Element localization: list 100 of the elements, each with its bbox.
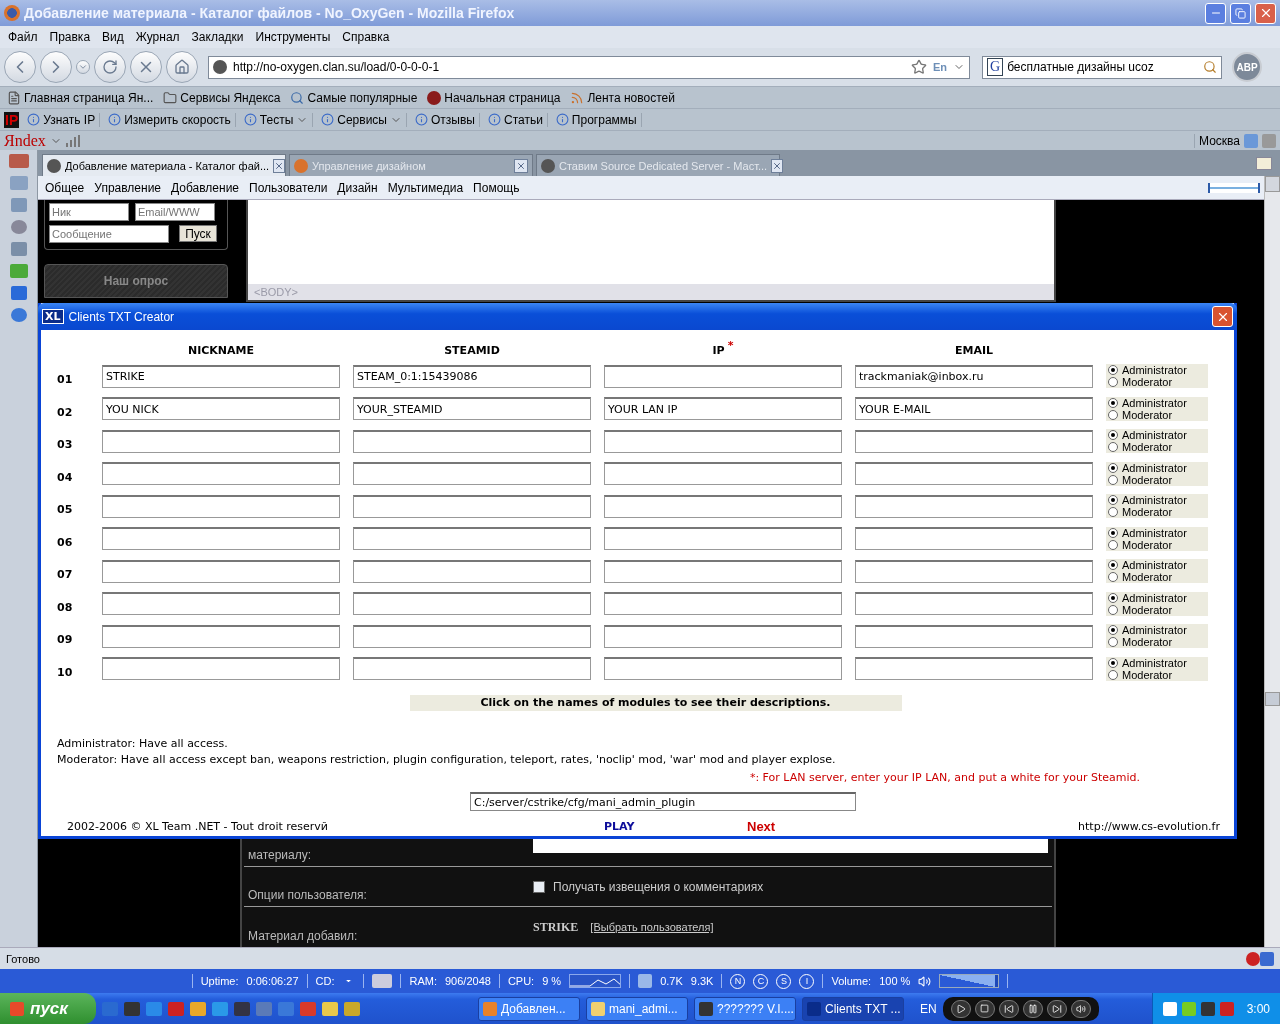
role-radio[interactable] [1108,539,1118,550]
toggle-button[interactable]: C [753,973,769,989]
pause-button[interactable] [1022,999,1043,1018]
play-link[interactable]: PLAY [604,820,747,834]
toolbar-item[interactable]: Узнать IP [23,112,101,127]
toggle-button[interactable]: N [730,973,746,989]
taskbar-button[interactable]: ??????? V.I.... [694,996,796,1021]
role-radio[interactable] [1108,365,1118,376]
next-button[interactable] [1046,999,1067,1018]
text-field[interactable] [604,494,842,518]
toggle-button[interactable]: I [799,973,815,989]
restore-button[interactable] [1230,2,1251,24]
text-field[interactable] [353,624,591,648]
text-field[interactable] [604,462,842,486]
bookmark-item[interactable]: Сервисы Яндекса [160,90,284,105]
next-link[interactable]: Next [747,820,1079,834]
text-field[interactable] [353,559,591,583]
email-field[interactable]: Email/WWW [135,203,215,221]
minimize-button[interactable] [1205,2,1226,24]
volume-slider[interactable] [940,975,996,987]
role-radio[interactable] [1108,637,1118,648]
back-button[interactable] [4,51,36,83]
close-button[interactable] [1212,306,1233,327]
quick-launch-icon[interactable] [234,1001,250,1016]
toolbar-item[interactable]: Тесты [239,112,314,127]
toolbar-item[interactable]: Сервисы [317,112,407,127]
adblock-button[interactable]: ABP [1232,52,1262,82]
menu-item[interactable]: Инструменты [249,30,337,44]
role-radio[interactable] [1108,507,1118,518]
role-radio[interactable] [1108,527,1118,538]
tab-list-icon[interactable] [1256,156,1272,170]
browser-tab[interactable]: Добавление материала - Каталог фай... [42,154,286,176]
role-radio[interactable] [1108,495,1118,506]
text-field[interactable]: trackmaniak@inbox.ru [855,364,1093,388]
text-field[interactable] [353,494,591,518]
text-field[interactable] [855,494,1093,518]
site-menu-item[interactable]: Пользователи [244,180,333,195]
forward-button[interactable] [40,51,72,83]
role-radio[interactable] [1108,604,1118,615]
text-field[interactable] [102,657,340,681]
previous-button[interactable] [998,999,1019,1018]
text-field[interactable]: STRIKE [102,364,340,388]
text-field[interactable]: YOU NICK [102,397,340,421]
text-field[interactable] [102,559,340,583]
text-field[interactable] [604,429,842,453]
text-field[interactable] [353,462,591,486]
toggle-button[interactable]: S [776,973,792,989]
stop-button[interactable] [974,999,995,1018]
send-button[interactable]: Пуск [179,225,217,242]
text-field[interactable] [604,624,842,648]
tab-close-button[interactable] [771,158,784,173]
volume-button[interactable] [1070,999,1091,1018]
text-field[interactable] [604,657,842,681]
taskbar-button[interactable]: mani_admi... [586,996,688,1021]
role-radio[interactable] [1108,572,1118,583]
toolbar-item[interactable]: Программы [551,112,642,127]
taskbar-button[interactable]: Clients TXT ... [802,996,904,1021]
bookmark-star-icon[interactable] [910,59,927,75]
quick-launch-icon[interactable] [190,1001,206,1016]
role-radio[interactable] [1108,474,1118,485]
text-field[interactable]: STEAM_0:1:15439086 [353,364,591,388]
quick-launch-icon[interactable] [322,1001,338,1016]
search-icon[interactable] [1203,60,1217,74]
scroll-thumb[interactable] [1265,692,1280,706]
message-field[interactable]: Сообщение [49,225,169,243]
role-radio[interactable] [1108,377,1118,388]
site-menu-item[interactable]: Мультимедиа [382,180,469,195]
text-field[interactable] [855,592,1093,616]
choose-user-link[interactable]: [Выбрать пользователя] [590,921,714,933]
reload-button[interactable] [94,51,126,83]
text-field[interactable] [353,429,591,453]
search-field[interactable]: G бесплатные дизайны ucoz [982,55,1222,79]
taskbar-button[interactable]: Добавлен... [478,996,580,1021]
bookmark-item[interactable]: Начальная страница [424,90,564,105]
text-field[interactable] [855,624,1093,648]
site-menu-item[interactable]: Управление [89,180,166,195]
text-field[interactable] [855,559,1093,583]
text-field[interactable] [353,592,591,616]
text-field[interactable] [102,462,340,486]
city-label[interactable]: Москва [1194,133,1240,148]
quick-launch-icon[interactable] [124,1001,140,1016]
text-field[interactable] [604,559,842,583]
text-field[interactable]: YOUR LAN IP [604,397,842,421]
toolbar-item[interactable]: Отзывы [411,112,480,127]
language-indicator[interactable]: EN [920,1001,937,1016]
nick-field[interactable]: Ник [49,203,129,221]
text-field[interactable] [102,494,340,518]
path-field[interactable]: C:/server/cstrike/cfg/mani_admin_plugin [470,792,856,811]
menu-item[interactable]: Справка [336,30,396,44]
tray-icon[interactable] [1200,1001,1215,1016]
site-menu-item[interactable]: Дизайн [332,180,383,195]
text-field[interactable] [855,527,1093,551]
role-radio[interactable] [1108,397,1118,408]
text-field[interactable] [102,624,340,648]
text-field[interactable] [604,527,842,551]
address-field[interactable]: http://no-oxygen.clan.su/load/0-0-0-0-1 En [208,55,970,79]
bookmark-item[interactable]: Самые популярные [287,90,421,105]
speaker-icon[interactable] [918,974,932,988]
role-radio[interactable] [1108,592,1118,603]
text-field[interactable] [353,657,591,681]
